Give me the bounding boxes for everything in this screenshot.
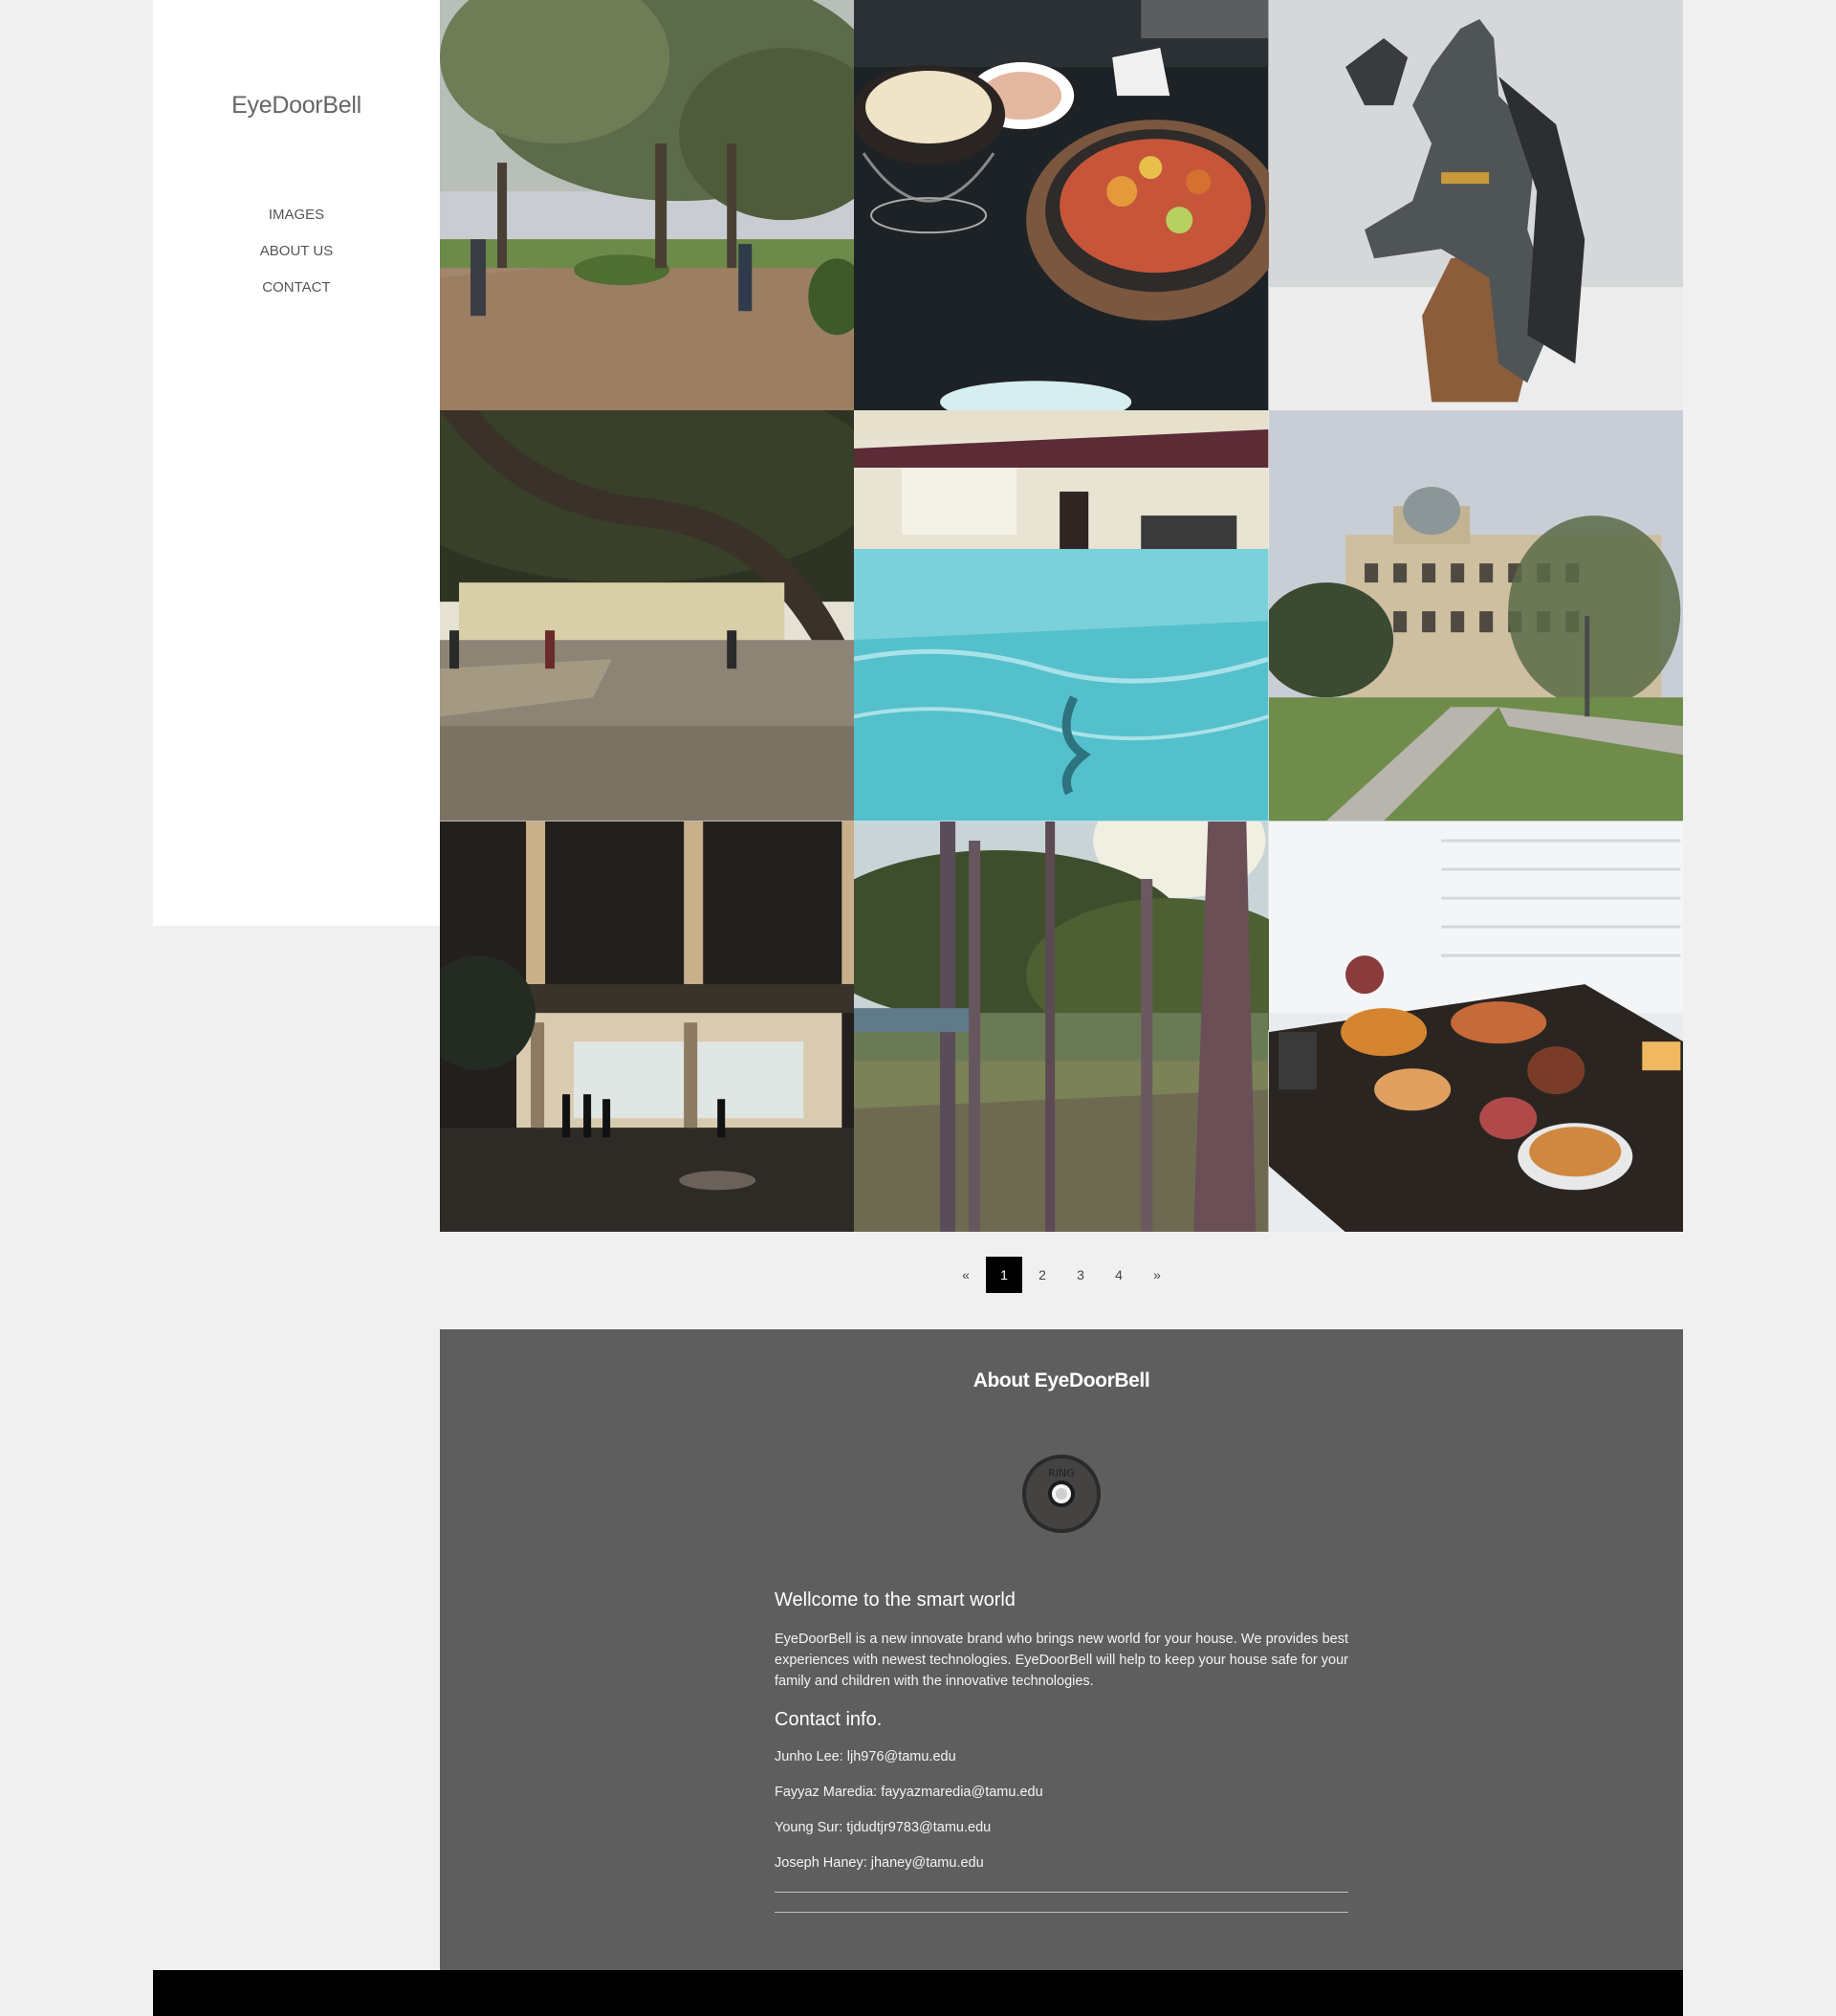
- pagination-page-4[interactable]: 4: [1101, 1257, 1137, 1293]
- pine-forest-sunlight-photo[interactable]: [854, 821, 1269, 1232]
- main-nav: IMAGES ABOUT US CONTACT: [153, 203, 440, 312]
- divider: [775, 1912, 1348, 1913]
- about-section: About EyeDoorBell RING Wellcome to the s…: [440, 1329, 1683, 1970]
- pagination-page-2[interactable]: 2: [1024, 1257, 1060, 1293]
- site-logo[interactable]: EyeDoorBell: [153, 92, 440, 120]
- pagination-next[interactable]: »: [1139, 1257, 1175, 1293]
- welcome-heading: Wellcome to the smart world: [775, 1589, 1016, 1611]
- batman-figurine-photo[interactable]: [1268, 0, 1683, 411]
- contact-junho-lee: Junho Lee: ljh976@tamu.edu: [775, 1749, 956, 1764]
- nav-item-about-us[interactable]: ABOUT US: [153, 239, 440, 275]
- contact-joseph-haney: Joseph Haney: jhaney@tamu.edu: [775, 1855, 984, 1871]
- footer-bar: [153, 1970, 1683, 2016]
- about-body: Wellcome to the smart world EyeDoorBell …: [775, 1589, 1348, 1913]
- nav-item-images[interactable]: IMAGES: [153, 203, 440, 239]
- thanksgiving-dinner-table-photo[interactable]: [1268, 821, 1683, 1232]
- about-description: EyeDoorBell is a new innovate brand who …: [775, 1632, 1348, 1689]
- contact-young-sur: Young Sur: tjdudtjr9783@tamu.edu: [775, 1820, 992, 1835]
- campus-walkway-trees-photo[interactable]: [440, 0, 855, 411]
- indoor-pool-photo[interactable]: [854, 410, 1269, 822]
- pagination-prev[interactable]: «: [948, 1257, 984, 1293]
- sidebar: EyeDoorBell IMAGES ABOUT US CONTACT: [153, 0, 440, 926]
- doorbell-icon: RING: [1021, 1454, 1102, 1534]
- academic-building-dome-photo[interactable]: [1268, 410, 1683, 822]
- food-dishes-table-photo[interactable]: [854, 0, 1269, 411]
- contact-fayyaz-maredia: Fayyaz Maredia: fayyazmaredia@tamu.edu: [775, 1785, 1043, 1800]
- divider: [775, 1892, 1348, 1893]
- building-night-entrance-photo[interactable]: [440, 821, 855, 1232]
- image-gallery: [440, 0, 1683, 1232]
- nav-item-contact[interactable]: CONTACT: [153, 275, 440, 312]
- contact-heading: Contact info.: [775, 1709, 883, 1730]
- pagination-page-3[interactable]: 3: [1062, 1257, 1099, 1293]
- pagination-page-1[interactable]: 1: [986, 1257, 1022, 1293]
- campus-oak-tree-photo[interactable]: [440, 410, 855, 822]
- bell-text: RING: [1048, 1467, 1075, 1479]
- pagination: « 1 2 3 4 »: [440, 1257, 1683, 1293]
- about-title: About EyeDoorBell: [973, 1370, 1150, 1391]
